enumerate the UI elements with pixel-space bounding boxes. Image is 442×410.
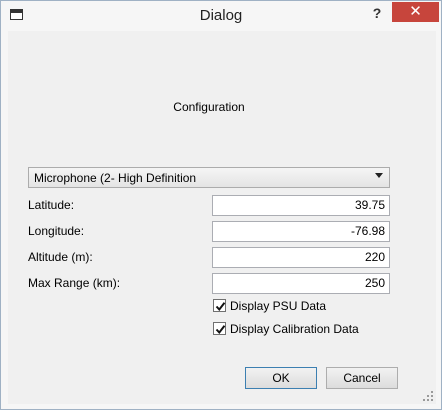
psu-data-label: Display PSU Data	[230, 299, 327, 313]
chevron-down-icon	[375, 173, 383, 178]
check-icon	[215, 325, 226, 335]
dialog-content: Configuration Microphone (2- High Defini…	[8, 31, 436, 404]
ok-button[interactable]: OK	[245, 367, 317, 389]
check-icon	[215, 302, 226, 312]
altitude-field[interactable]: 220	[212, 247, 390, 268]
latitude-label: Latitude:	[28, 198, 75, 212]
device-dropdown-value: Microphone (2- High Definition	[34, 171, 197, 185]
device-dropdown[interactable]: Microphone (2- High Definition	[28, 167, 390, 188]
dialog-window: Dialog ? ✕ Configuration Microphone (2- …	[0, 0, 442, 410]
title-bar[interactable]: Dialog ? ✕	[1, 1, 441, 31]
calibration-data-label: Display Calibration Data	[230, 322, 359, 336]
resize-grip-icon[interactable]	[423, 391, 433, 401]
max-range-field[interactable]: 250	[212, 273, 390, 294]
longitude-label: Longitude:	[28, 224, 85, 238]
psu-data-checkbox[interactable]	[213, 299, 226, 312]
close-icon: ✕	[409, 3, 422, 20]
help-button[interactable]: ?	[364, 2, 390, 24]
cancel-button[interactable]: Cancel	[326, 367, 398, 389]
close-button[interactable]: ✕	[392, 2, 439, 22]
altitude-label: Altitude (m):	[28, 250, 93, 264]
max-range-label: Max Range (km):	[28, 276, 121, 290]
longitude-field[interactable]: -76.98	[212, 221, 390, 242]
calibration-data-checkbox[interactable]	[213, 322, 226, 335]
configuration-heading: Configuration	[173, 100, 245, 114]
latitude-field[interactable]: 39.75	[212, 195, 390, 216]
